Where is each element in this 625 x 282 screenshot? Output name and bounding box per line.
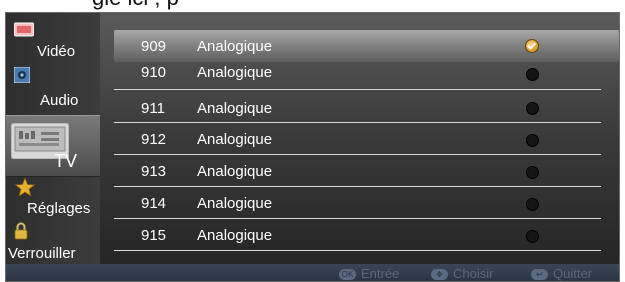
unchecked-dot-icon bbox=[526, 230, 539, 243]
sidebar: Vidéo Audio TV Réglages Verrouiller bbox=[6, 13, 100, 264]
channel-number: 912 bbox=[141, 131, 167, 148]
channel-row-913[interactable]: 913 Analogique bbox=[114, 155, 619, 187]
hint-choose[interactable]: ✥ Choisir bbox=[431, 266, 493, 281]
channel-name: Analogique bbox=[197, 195, 273, 212]
caption-text: gle ici , p bbox=[92, 0, 179, 11]
channel-row-910[interactable]: 910 Analogique bbox=[114, 61, 619, 90]
checked-icon bbox=[525, 39, 539, 53]
channel-number: 911 bbox=[141, 100, 165, 117]
unchecked-dot-icon bbox=[526, 134, 539, 147]
channel-row-914[interactable]: 914 Analogique bbox=[114, 187, 619, 219]
channel-name: Analogique bbox=[197, 38, 273, 55]
sidebar-item-label: Vidéo bbox=[37, 43, 76, 60]
settings-star-icon bbox=[14, 177, 36, 197]
unchecked-dot-icon bbox=[526, 68, 539, 81]
row-divider bbox=[114, 250, 601, 251]
channel-list: 909 Analogique 910 Analogique 911 Analog… bbox=[102, 13, 619, 264]
lock-icon bbox=[14, 222, 28, 240]
footer-hint-bar: OK Entrée ✥ Choisir ↩ Quitter bbox=[6, 264, 619, 281]
unchecked-dot-icon bbox=[526, 198, 539, 211]
channel-row-911[interactable]: 911 Analogique bbox=[114, 90, 619, 123]
sidebar-item-reglages[interactable]: Réglages bbox=[6, 177, 100, 222]
tv-menu-window: Vidéo Audio TV Réglages Verrouiller 909 … bbox=[5, 12, 620, 282]
sidebar-item-tv[interactable]: TV bbox=[6, 115, 100, 177]
channel-name: Analogique bbox=[197, 227, 273, 244]
channel-name: Analogique bbox=[197, 100, 273, 117]
audio-icon bbox=[14, 67, 30, 83]
dpad-button-icon: ✥ bbox=[431, 269, 448, 281]
sidebar-item-label: TV bbox=[54, 151, 78, 171]
hint-enter[interactable]: OK Entrée bbox=[339, 266, 399, 281]
channel-row-915[interactable]: 915 Analogique bbox=[114, 219, 619, 251]
unchecked-dot-icon bbox=[526, 166, 539, 179]
hint-choose-label: Choisir bbox=[453, 266, 494, 281]
hint-quit[interactable]: ↩ Quitter bbox=[531, 266, 592, 281]
channel-row-912[interactable]: 912 Analogique bbox=[114, 123, 619, 155]
hint-enter-label: Entrée bbox=[361, 266, 400, 281]
channel-number: 915 bbox=[141, 227, 167, 244]
ok-button-icon: OK bbox=[339, 269, 356, 281]
sidebar-item-label: Verrouiller bbox=[8, 245, 76, 262]
channel-number: 913 bbox=[141, 163, 167, 180]
channel-name: Analogique bbox=[197, 64, 273, 81]
return-button-icon: ↩ bbox=[531, 269, 548, 281]
channel-number: 914 bbox=[141, 195, 167, 212]
channel-name: Analogique bbox=[197, 163, 273, 180]
video-icon bbox=[14, 22, 34, 37]
top-caption: gle ici , p bbox=[0, 0, 625, 12]
hint-quit-label: Quitter bbox=[553, 266, 593, 281]
sidebar-item-verrouiller[interactable]: Verrouiller bbox=[6, 222, 100, 264]
sidebar-item-label: Réglages bbox=[27, 200, 91, 217]
sidebar-item-video[interactable]: Vidéo bbox=[6, 13, 100, 63]
channel-row-909[interactable]: 909 Analogique bbox=[114, 30, 619, 62]
sidebar-item-audio[interactable]: Audio bbox=[6, 63, 100, 115]
channel-number: 910 bbox=[141, 64, 167, 81]
channel-name: Analogique bbox=[197, 131, 273, 148]
sidebar-item-label: Audio bbox=[40, 92, 79, 109]
channel-number: 909 bbox=[141, 38, 167, 55]
unchecked-dot-icon bbox=[526, 102, 539, 115]
